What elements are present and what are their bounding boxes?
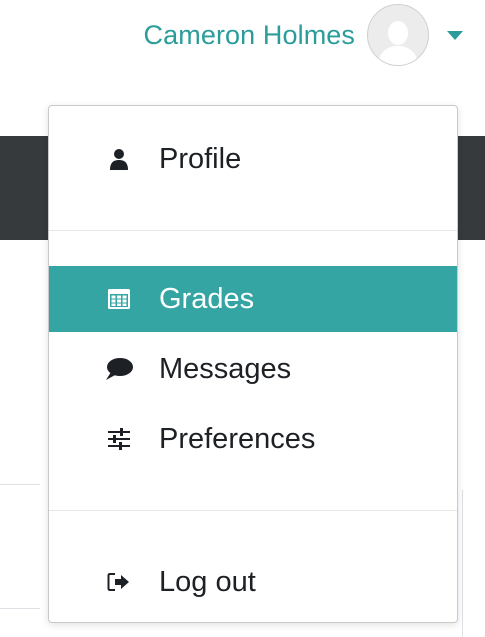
menu-item-profile[interactable]: Profile (49, 126, 457, 192)
menu-divider (49, 230, 457, 231)
menu-item-grades[interactable]: Grades (49, 266, 457, 332)
menu-item-messages[interactable]: Messages (49, 336, 457, 402)
user-dropdown-menu: Profile Grades Messages Preferences Log … (48, 105, 458, 623)
menu-item-label: Log out (159, 565, 256, 598)
menu-item-label: Messages (159, 352, 292, 385)
menu-divider (49, 510, 457, 511)
user-icon (105, 145, 133, 173)
grades-table-icon (105, 285, 133, 313)
user-menu-toggle[interactable]: Cameron Holmes (144, 4, 463, 66)
menu-item-label: Grades (159, 282, 255, 315)
avatar[interactable] (367, 4, 429, 66)
menu-item-preferences[interactable]: Preferences (49, 406, 457, 472)
page-divider (462, 490, 463, 637)
user-name: Cameron Holmes (143, 19, 355, 50)
menu-item-label: Preferences (159, 422, 316, 455)
sliders-icon (105, 425, 133, 453)
sign-out-icon (105, 568, 133, 596)
page-divider (0, 608, 40, 609)
menu-item-label: Profile (159, 142, 242, 175)
speech-bubble-icon (105, 355, 133, 383)
chevron-down-icon[interactable] (447, 30, 463, 40)
menu-item-log-out[interactable]: Log out (49, 549, 457, 615)
user-silhouette-icon (378, 21, 418, 65)
page-divider (0, 484, 40, 485)
